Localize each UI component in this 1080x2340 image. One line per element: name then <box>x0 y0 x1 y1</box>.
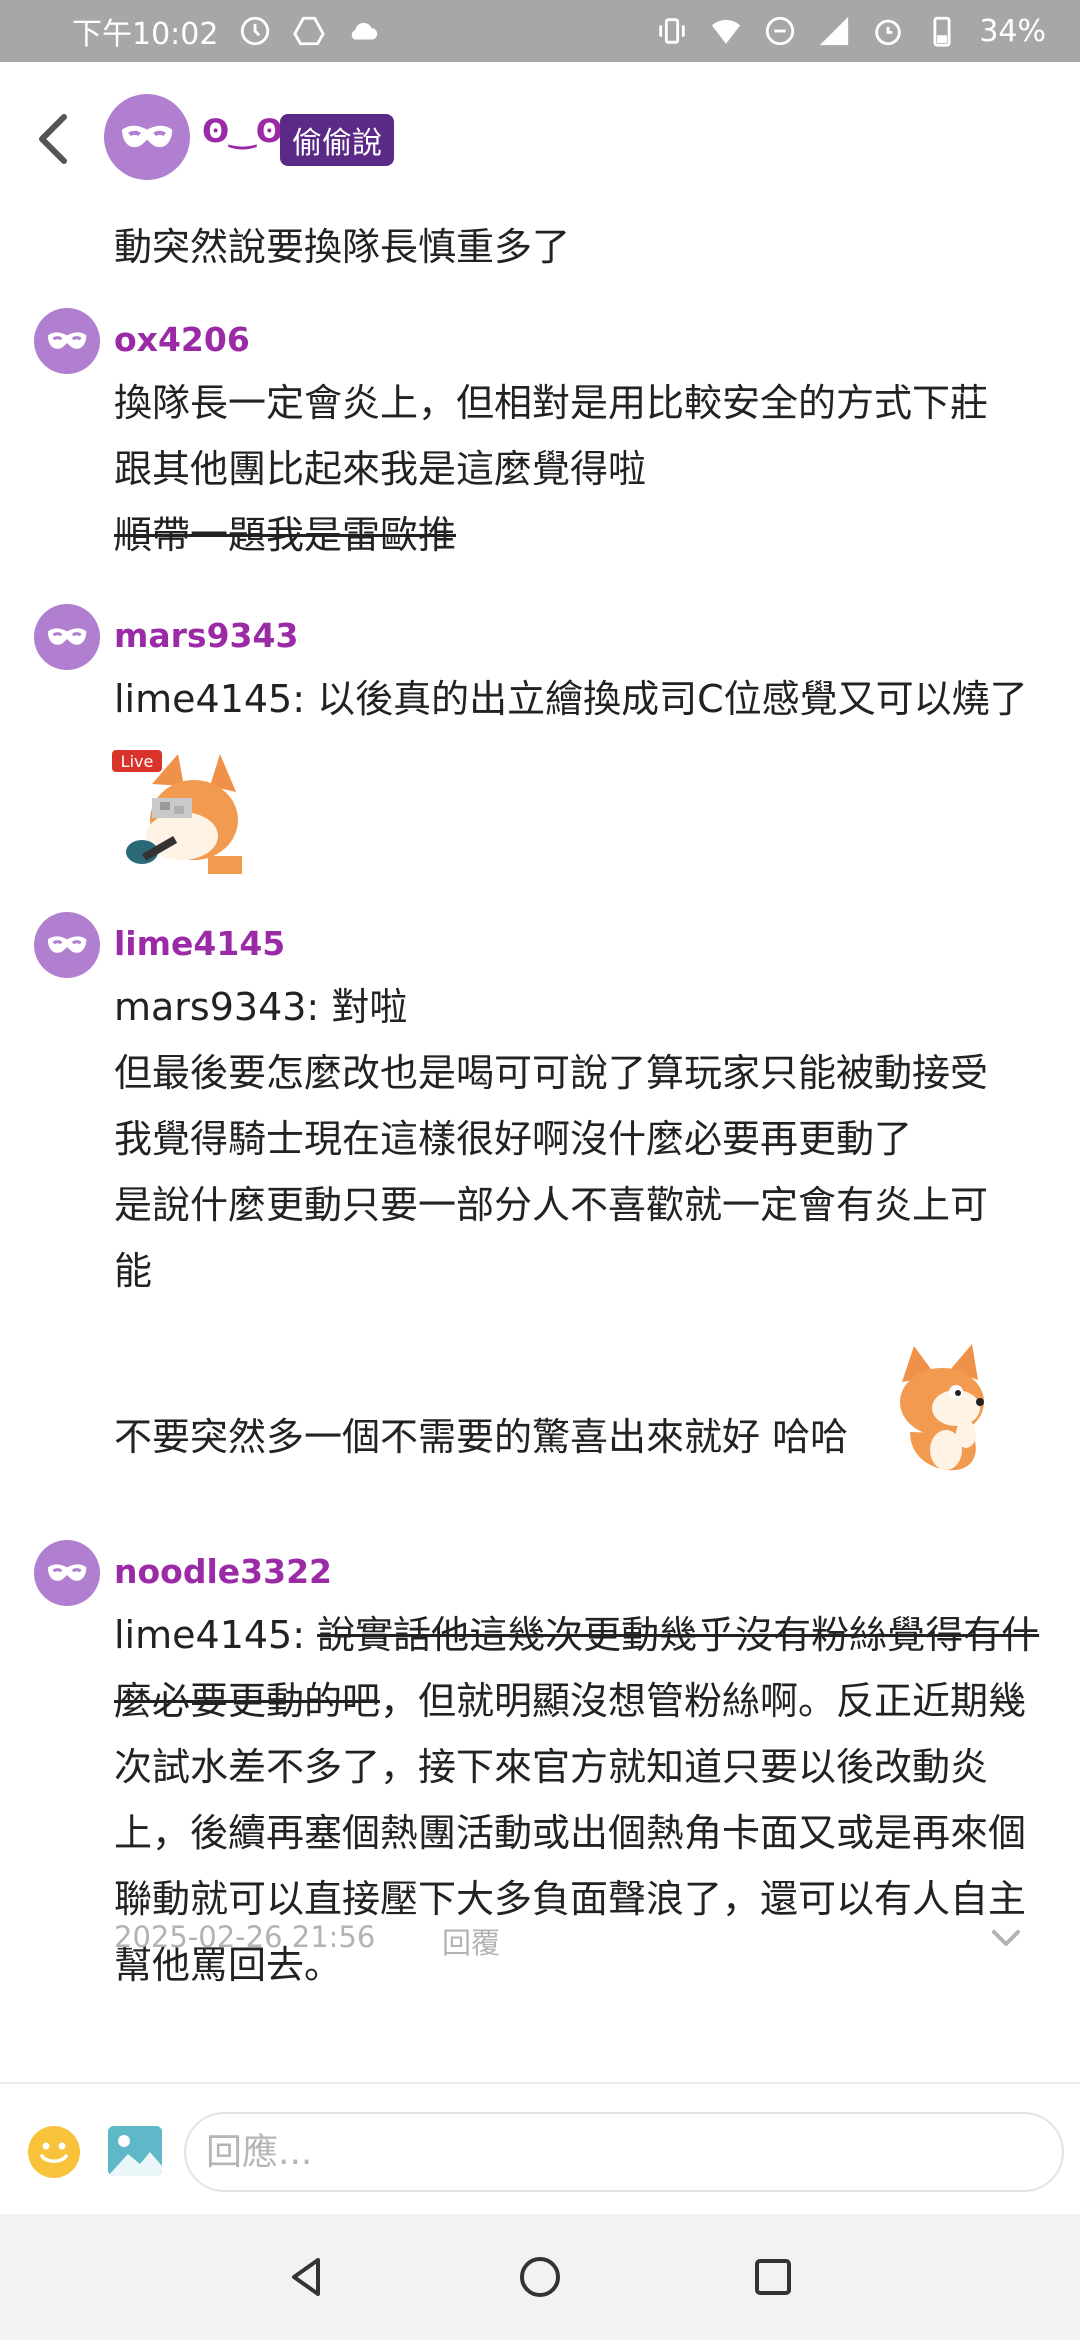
sticker-live-label: Live <box>121 752 154 771</box>
comment-username[interactable]: lime4145 <box>114 924 285 963</box>
reply-button[interactable]: 回覆 <box>442 1920 500 1962</box>
comment-line: 我覺得騎士現在這樣很好啊沒什麼必要再更動了 <box>114 1117 913 1161</box>
comment-line: 是說什麼更動只要一部分人不喜歡就一定會有炎上可 <box>114 1183 989 1227</box>
nav-back-button[interactable] <box>274 2244 340 2310</box>
status-right: 34% <box>655 14 1046 49</box>
comment-username[interactable]: mars9343 <box>114 616 298 655</box>
image-button[interactable] <box>108 2126 162 2176</box>
comment-meta: 2025-02-26 21:56 回覆 <box>114 1920 1054 1960</box>
comment-line: 不要突然多一個不需要的驚喜出來就好 哈哈 <box>114 1415 849 1459</box>
image-icon <box>108 2126 162 2176</box>
reply-input[interactable] <box>184 2112 1064 2192</box>
comment-line: lime4145: 以後真的出立繪換成司C位感覺又可以燒了 <box>114 677 1028 721</box>
anonymous-badge: 偷偷說 <box>280 114 394 166</box>
emoji-button[interactable] <box>28 2126 80 2178</box>
cloud-icon <box>346 14 380 48</box>
fox-live-sticker[interactable]: Live <box>112 744 242 874</box>
mask-icon <box>47 1564 87 1581</box>
vibrate-icon <box>655 14 689 48</box>
chevron-left-icon <box>39 114 67 164</box>
mask-icon <box>121 125 173 148</box>
nav-home-button[interactable] <box>507 2244 573 2310</box>
comment-text: mars9343: 對啦 但最後要怎麼改也是喝可可說了算玩家只能被動接受 我覺得… <box>114 974 1044 1304</box>
status-bar: 下午10:02 34% <box>0 0 1080 62</box>
battery-icon <box>925 14 959 48</box>
battery-percent: 34% <box>979 13 1046 49</box>
reply-composer <box>0 2082 1080 2214</box>
fox-thinking-sticker-icon <box>900 1344 984 1471</box>
mask-icon <box>47 628 87 645</box>
status-left: 下午10:02 <box>72 9 380 53</box>
fox-sticker-icon: Live <box>112 750 242 874</box>
volte-icon <box>763 14 797 48</box>
avatar[interactable] <box>34 912 100 978</box>
op-username[interactable]: ʘ‿ʘ <box>202 112 283 150</box>
signal-icon <box>817 14 851 48</box>
comment-username[interactable]: noodle3322 <box>114 1552 332 1591</box>
avatar[interactable] <box>34 308 100 374</box>
system-nav-bar <box>0 2214 1080 2340</box>
op-text: 動突然說要換隊長慎重多了 <box>114 225 571 269</box>
comment-line-struck: 順帶一題我是雷歐推 <box>114 513 457 557</box>
nav-recents-button[interactable] <box>740 2244 806 2310</box>
comment-timestamp: 2025-02-26 21:56 <box>114 1920 376 1954</box>
expand-button[interactable] <box>986 1918 1026 1958</box>
comment-item: mars9343 lime4145: 以後真的出立繪換成司C位感覺又可以燒了 L… <box>0 604 1080 944</box>
drive-icon <box>292 14 326 48</box>
comment-text: 換隊長一定會炎上，但相對是用比較安全的方式下莊 跟其他團比起來我是這麼覺得啦 順… <box>114 370 1044 568</box>
thread-content: ʘ‿ʘ 偷偷說 動突然說要換隊長慎重多了 ox4206 換隊長一定會炎上，但相對… <box>0 62 1080 2082</box>
comment-line: 能 <box>114 1249 153 1293</box>
comment-item: ox4206 換隊長一定會炎上，但相對是用比較安全的方式下莊 跟其他團比起來我是… <box>0 308 1080 557</box>
avatar[interactable] <box>34 1540 100 1606</box>
alarm-icon <box>871 14 905 48</box>
comment-line: 跟其他團比起來我是這麼覺得啦 <box>114 447 647 491</box>
comment-line: mars9343: 對啦 <box>114 985 408 1029</box>
sync-icon <box>238 14 272 48</box>
emoji-icon <box>40 2142 68 2163</box>
comment-line: 換隊長一定會炎上，但相對是用比較安全的方式下莊 <box>114 381 989 425</box>
fox-sticker[interactable] <box>880 1342 1010 1472</box>
avatar[interactable] <box>104 94 190 180</box>
comment-text: lime4145: 以後真的出立繪換成司C位感覺又可以燒了 <box>114 666 1044 732</box>
quote-prefix: lime4145: <box>114 1613 318 1657</box>
comment-username[interactable]: ox4206 <box>114 320 250 359</box>
wifi-icon <box>709 14 743 48</box>
circle-home-icon <box>520 2257 560 2297</box>
status-time: 下午10:02 <box>72 17 219 52</box>
square-recents-icon <box>755 2259 791 2295</box>
chevron-down-icon <box>992 1930 1020 1946</box>
comment-line: 但最後要怎麼改也是喝可可說了算玩家只能被動接受 <box>114 1051 989 1095</box>
mask-icon <box>47 936 87 953</box>
mask-icon <box>47 332 87 349</box>
comment-item: noodle3322 lime4145: 說實話他這幾次更動幾乎沒有粉絲覺得有什… <box>0 1540 1080 1987</box>
original-post: ʘ‿ʘ 偷偷說 動突然說要換隊長慎重多了 <box>0 62 1080 282</box>
triangle-back-icon <box>292 2258 320 2296</box>
comment-item: lime4145 mars9343: 對啦 但最後要怎麼改也是喝可可說了算玩家只… <box>0 912 1080 1472</box>
avatar[interactable] <box>34 604 100 670</box>
back-button[interactable] <box>28 104 78 174</box>
